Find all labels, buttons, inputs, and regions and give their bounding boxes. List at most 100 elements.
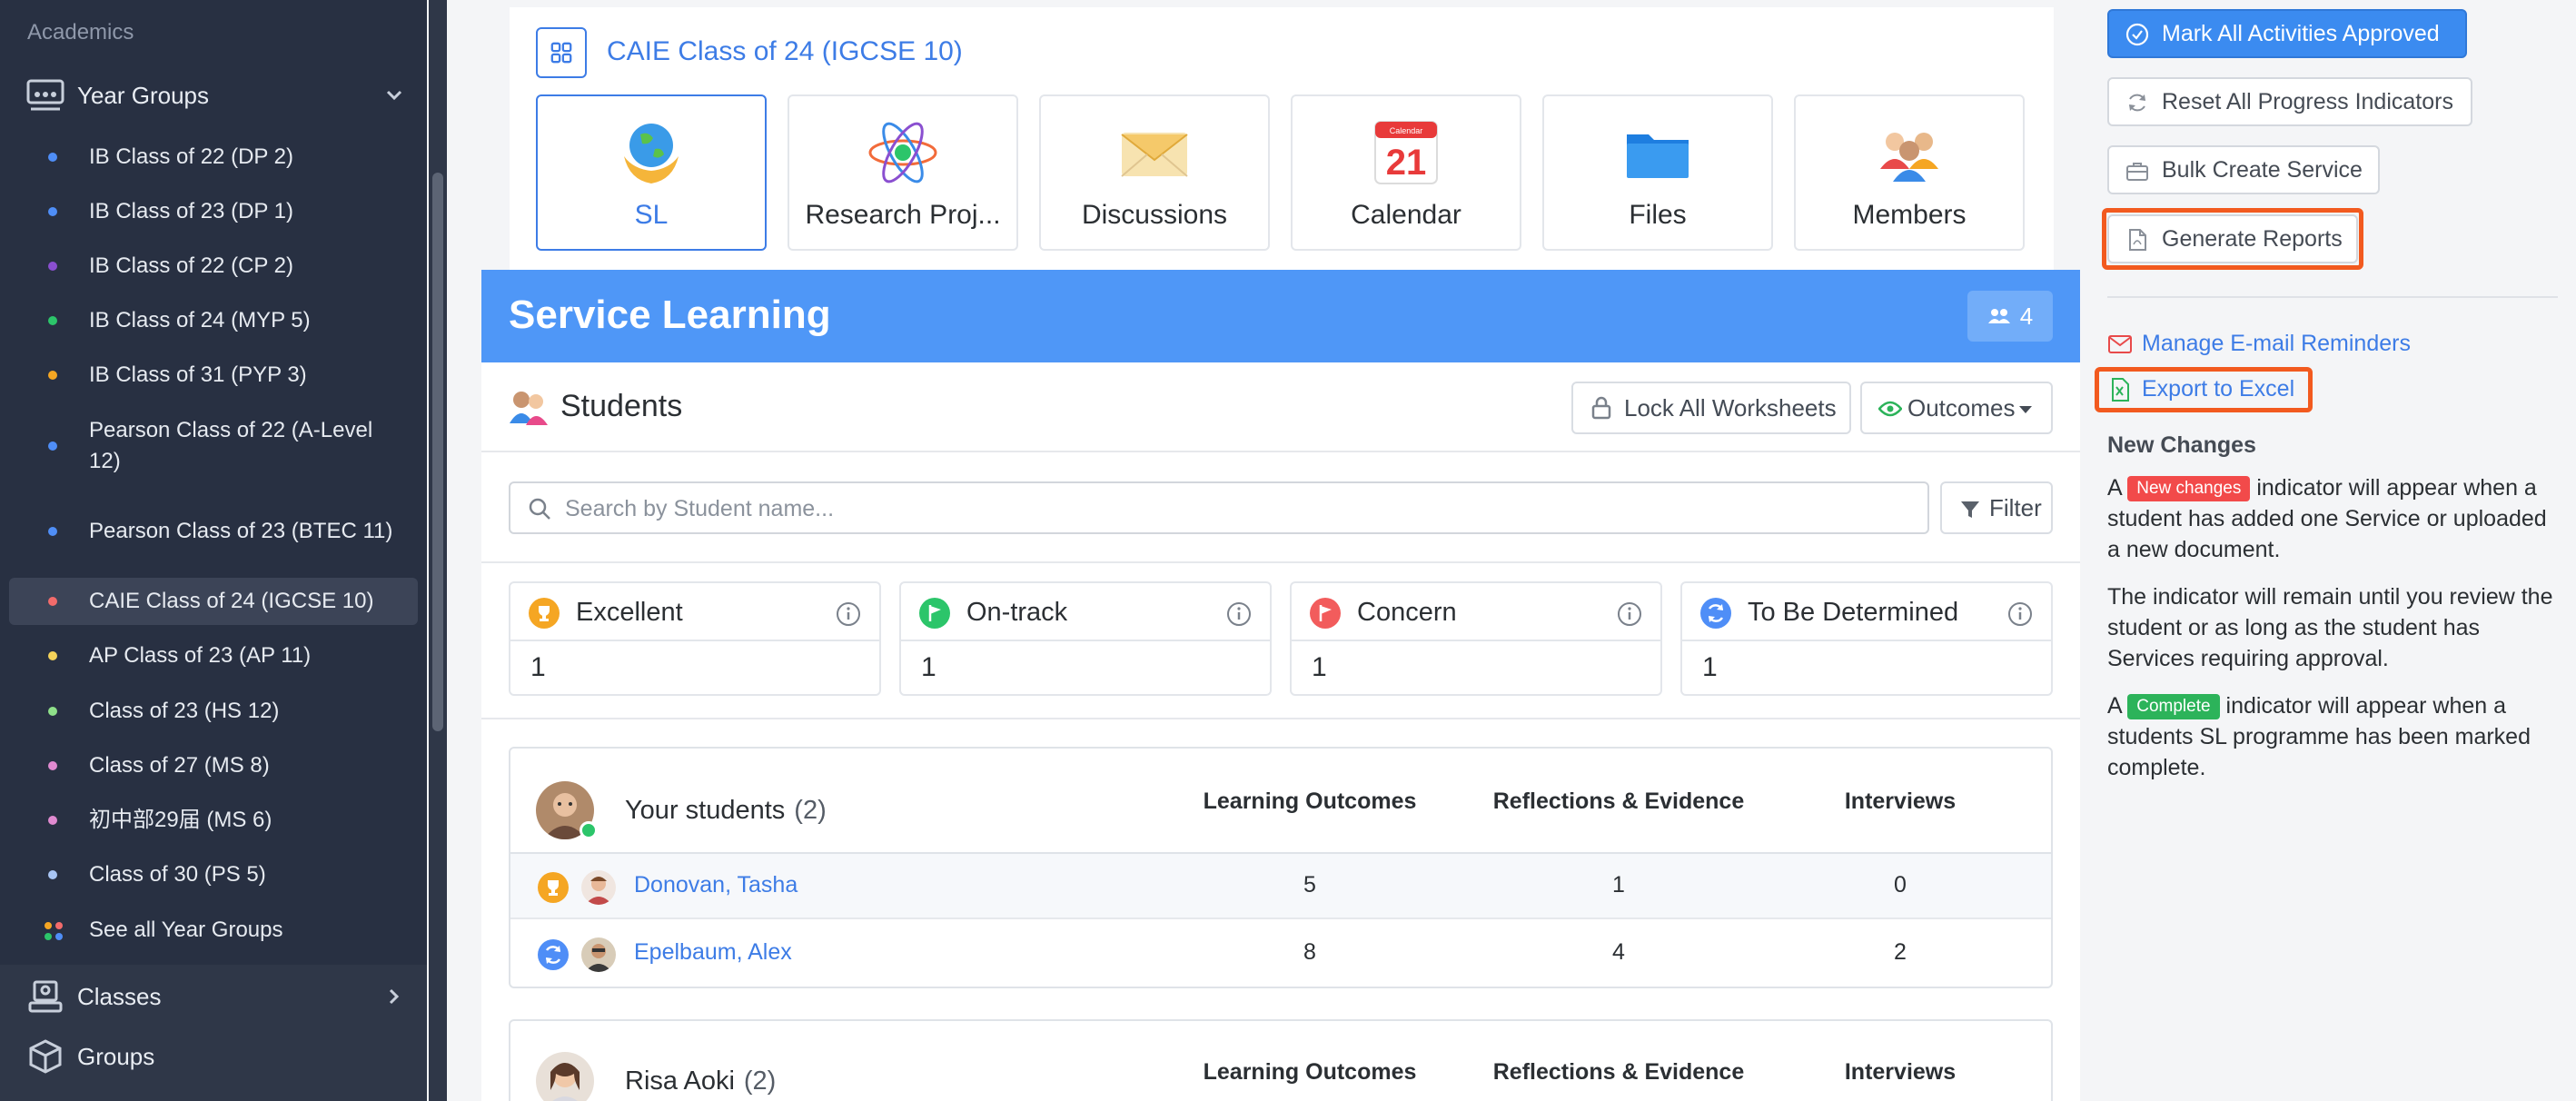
new-changes-paragraph: A New changes indicator will appear when… [2107, 472, 2561, 565]
grid-dots-icon [45, 922, 63, 940]
year-group-label: AP Class of 23 (AP 11) [89, 643, 312, 668]
sidebar-year-group-item[interactable]: IB Class of 23 (DP 1) [9, 194, 418, 229]
app-tile-discussions[interactable]: Discussions [1039, 94, 1270, 251]
stat-card-on-track[interactable]: On-track 1 [899, 581, 1272, 696]
group-count: (2) [743, 1066, 777, 1096]
student-avatar [581, 870, 616, 905]
year-group-dot [48, 870, 57, 879]
sidebar-year-group-item[interactable]: Class of 27 (MS 8) [9, 749, 418, 783]
year-group-label: Class of 27 (MS 8) [89, 753, 270, 778]
manage-email-reminders-link[interactable]: Manage E-mail Reminders [2107, 331, 2411, 357]
reflections-count: 4 [1612, 939, 1625, 965]
check-circle-icon [2125, 23, 2149, 46]
year-group-label: Class of 30 (PS 5) [89, 862, 266, 887]
workspace-title[interactable]: CAIE Class of 24 (IGCSE 10) [607, 36, 963, 67]
teacher-avatar [536, 1052, 594, 1101]
sidebar-year-group-item-active[interactable]: CAIE Class of 24 (IGCSE 10) [9, 578, 418, 625]
year-group-dot [48, 153, 57, 162]
sidebar-year-group-item[interactable]: Pearson Class of 22 (A-Level 12) [9, 414, 418, 478]
briefcase-icon [2126, 163, 2148, 181]
filter-icon [1961, 501, 1979, 518]
stat-card-excellent[interactable]: Excellent 1 [509, 581, 881, 696]
sidebar: Academics Year Groups IB Class of 22 (DP… [0, 0, 427, 1101]
bulk-create-service-button[interactable]: Bulk Create Service [2107, 145, 2380, 194]
student-search-input[interactable] [565, 492, 1909, 525]
group-count: (2) [794, 796, 827, 825]
year-group-label: IB Class of 31 (PYP 3) [89, 362, 307, 387]
refresh-icon [2129, 94, 2145, 112]
stat-card-value: 1 [1702, 652, 1718, 682]
year-group-dot [48, 816, 57, 825]
student-group-name: Risa Aoki (2) [625, 1066, 776, 1096]
info-icon[interactable] [1226, 601, 1252, 627]
info-icon[interactable] [2007, 601, 2033, 627]
sidebar-year-group-item[interactable]: Pearson Class of 23 (BTEC 11) [9, 500, 418, 563]
email-link-label: Manage E-mail Reminders [2142, 331, 2411, 356]
app-tile-calendar[interactable]: Calendar 21 Calendar [1291, 94, 1521, 251]
students-icon [510, 392, 548, 425]
mark-all-approved-button[interactable]: Mark All Activities Approved [2107, 9, 2467, 58]
sidebar-year-group-item[interactable]: IB Class of 22 (DP 2) [9, 140, 418, 174]
sidebar-section-groups[interactable]: Groups [0, 1027, 427, 1086]
refresh-icon [538, 939, 569, 970]
learning-outcomes-count: 8 [1303, 939, 1316, 965]
divider [2107, 296, 2558, 298]
see-all-year-groups-link[interactable]: See all Year Groups [9, 913, 418, 947]
year-group-dot [48, 761, 57, 770]
stat-card-to-be-determined[interactable]: To Be Determined 1 [1680, 581, 2053, 696]
year-group-label: CAIE Class of 24 (IGCSE 10) [89, 589, 374, 613]
classes-label: Classes [77, 982, 162, 1010]
table-row[interactable]: Donovan, Tasha 5 1 0 [510, 854, 2051, 919]
lock-button-label: Lock All Worksheets [1624, 393, 1837, 422]
reset-progress-button[interactable]: Reset All Progress Indicators [2107, 77, 2472, 126]
table-row[interactable]: Epelbaum, Alex 8 4 2 [510, 921, 2051, 987]
groups-label: Groups [77, 1042, 155, 1070]
apps-grid-icon[interactable] [536, 27, 587, 78]
outcomes-dropdown[interactable]: Outcomes [1860, 382, 2053, 434]
sidebar-heading: Academics [27, 20, 134, 45]
sidebar-year-group-item[interactable]: IB Class of 24 (MYP 5) [9, 303, 418, 338]
sidebar-year-group-item[interactable]: IB Class of 31 (PYP 3) [9, 358, 418, 392]
app-tile-members[interactable]: Members [1794, 94, 2025, 251]
classes-icon [28, 980, 63, 1013]
calendar-day-text: 21 [1386, 143, 1427, 183]
stat-card-value: 1 [921, 652, 936, 682]
year-group-dot [48, 597, 57, 606]
members-count-badge[interactable]: 4 [1967, 291, 2053, 342]
info-icon[interactable] [1617, 601, 1642, 627]
student-name-link[interactable]: Epelbaum, Alex [634, 939, 792, 966]
sidebar-year-group-item[interactable]: IB Class of 22 (CP 2) [9, 249, 418, 283]
stat-card-label: Excellent [576, 598, 683, 627]
stat-card-concern[interactable]: Concern 1 [1290, 581, 1662, 696]
complete-paragraph: A Complete indicator will appear when a … [2107, 690, 2561, 783]
stat-card-label: To Be Determined [1748, 598, 1959, 627]
sidebar-year-group-item[interactable]: Class of 23 (HS 12) [9, 694, 418, 729]
info-icon[interactable] [836, 601, 861, 627]
sidebar-year-group-item[interactable]: Class of 30 (PS 5) [9, 858, 418, 892]
new-changes-title: New Changes [2107, 432, 2256, 458]
app-tile-sl[interactable]: SL [536, 94, 767, 251]
bulk-button-label: Bulk Create Service [2162, 156, 2363, 183]
sidebar-section-year-groups[interactable]: Year Groups [0, 65, 427, 125]
year-group-dot [48, 707, 57, 716]
student-group-card-risa-aoki: Risa Aoki (2) Learning Outcomes Reflectio… [509, 1019, 2053, 1101]
app-tile-research-project[interactable]: Research Proj... [788, 94, 1018, 251]
year-group-label: IB Class of 22 (DP 2) [89, 144, 293, 169]
refresh-icon [1700, 598, 1731, 629]
year-group-label: IB Class of 22 (CP 2) [89, 253, 293, 278]
app-tile-files[interactable]: Files [1542, 94, 1773, 251]
column-interviews: Interviews [1844, 1059, 1957, 1085]
year-group-label: Pearson Class of 22 (A-Level 12) [89, 418, 373, 473]
sidebar-scrollbar-thumb[interactable] [432, 173, 443, 731]
filter-button[interactable]: Filter [1940, 481, 2053, 534]
sidebar-year-group-item[interactable]: 初中部29届 (MS 6) [9, 803, 418, 838]
year-group-label: Pearson Class of 23 (BTEC 11) [89, 519, 393, 543]
student-search-box[interactable] [509, 481, 1929, 534]
sidebar-year-group-item[interactable]: AP Class of 23 (AP 11) [9, 639, 418, 673]
student-name-link[interactable]: Donovan, Tasha [634, 872, 798, 898]
cube-icon [29, 1039, 62, 1074]
sidebar-section-classes[interactable]: Classes [0, 967, 427, 1027]
lock-all-worksheets-button[interactable]: Lock All Worksheets [1571, 382, 1851, 434]
interviews-count: 0 [1894, 872, 1907, 898]
calendar-month-text: Calendar [1390, 126, 1423, 135]
